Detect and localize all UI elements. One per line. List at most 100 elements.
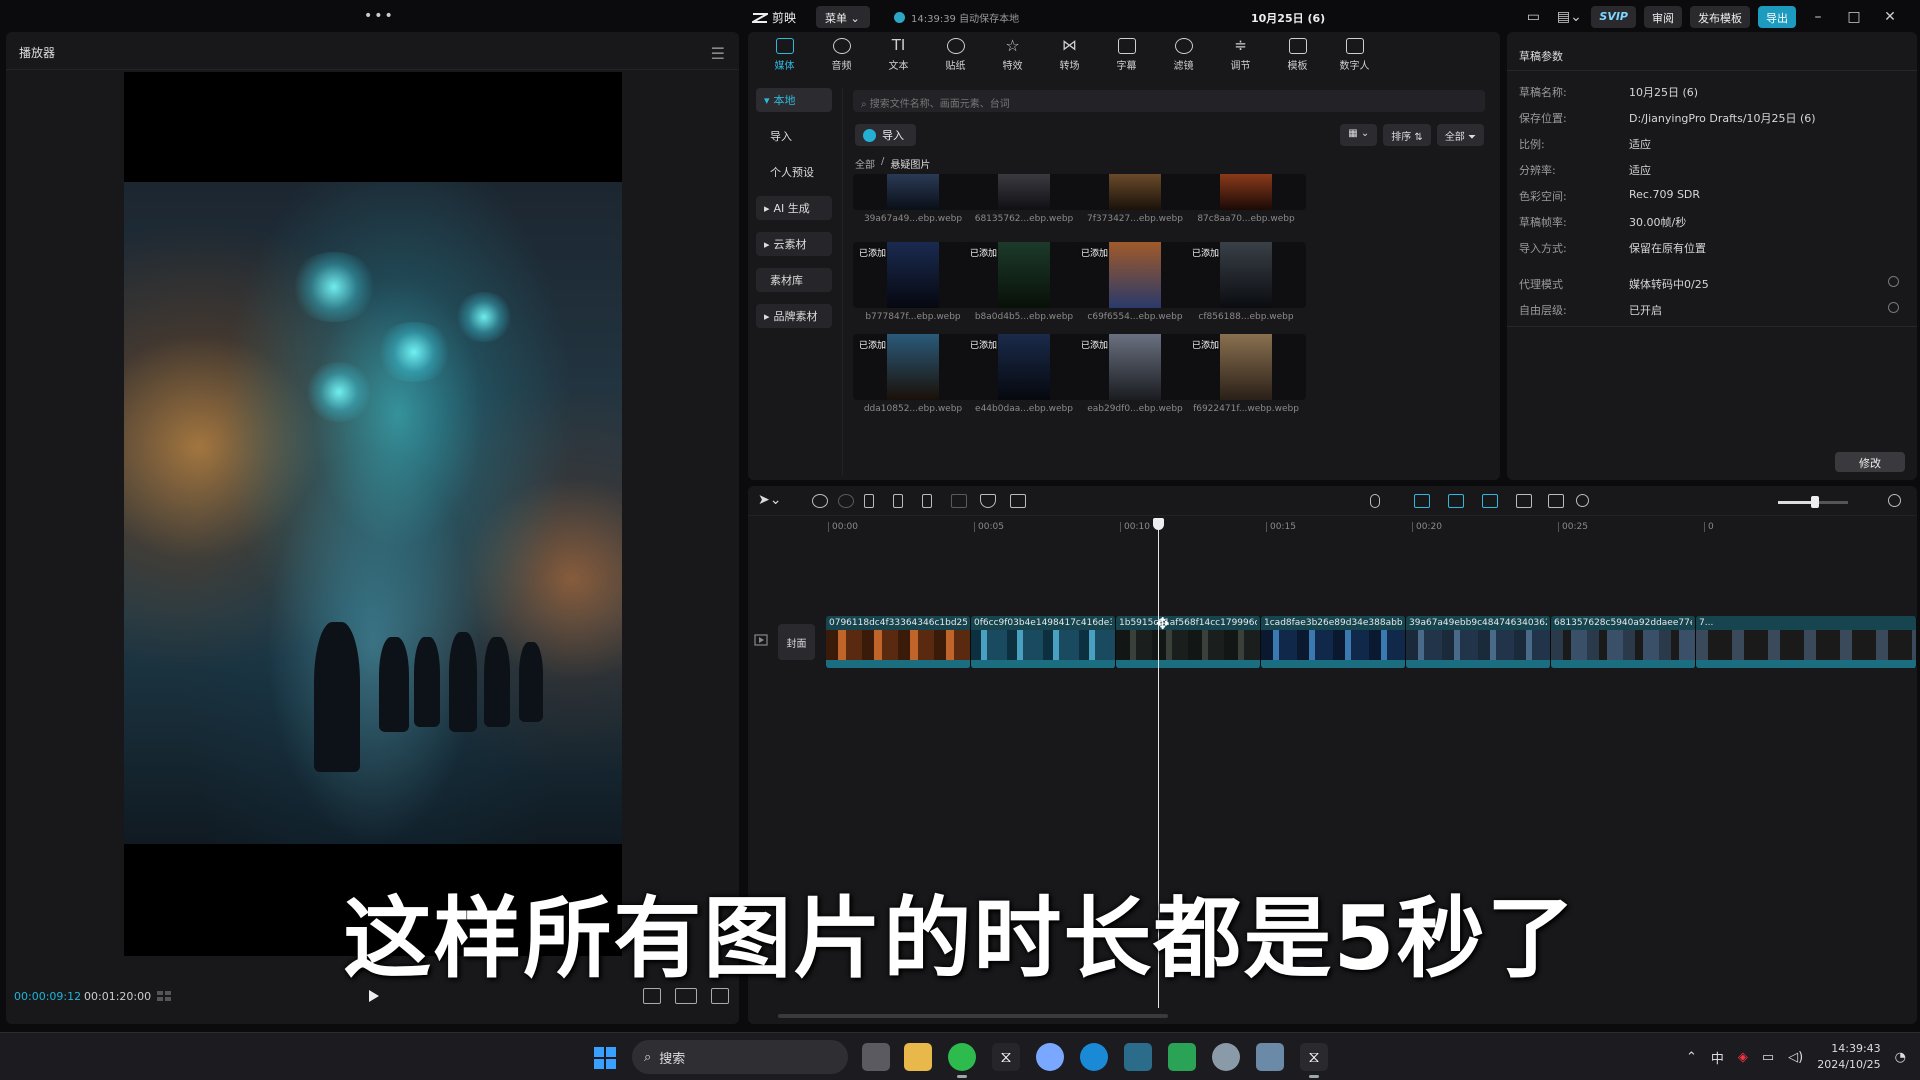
media-thumbnail[interactable]: 已添加 f6922471f...webp.webp bbox=[1186, 334, 1306, 414]
sort-button[interactable]: 排序 ⇅ bbox=[1383, 124, 1431, 146]
tab-audio[interactable]: 音频 bbox=[813, 32, 870, 78]
microphone-icon[interactable] bbox=[1370, 494, 1380, 508]
publish-template-button[interactable]: 发布模板 bbox=[1690, 6, 1750, 28]
app-icon[interactable] bbox=[1168, 1043, 1196, 1071]
wechat-icon[interactable] bbox=[948, 1043, 976, 1078]
media-thumbnail[interactable]: 7f373427...ebp.webp bbox=[1075, 174, 1195, 224]
capcut-active-icon[interactable]: ⧖ bbox=[1300, 1043, 1328, 1078]
volume-icon[interactable]: ◁) bbox=[1788, 1050, 1803, 1065]
media-thumbnail[interactable]: 已添加 c69f6554...ebp.webp bbox=[1075, 242, 1195, 322]
tab-text[interactable]: TI 文本 bbox=[870, 32, 927, 78]
sidebar-item-ai[interactable]: ▸ AI 生成 bbox=[756, 196, 832, 220]
sidebar-item-library[interactable]: 素材库 bbox=[756, 268, 832, 292]
chevron-up-icon[interactable]: ⌃ bbox=[1686, 1050, 1697, 1065]
tab-media[interactable]: 媒体 bbox=[756, 32, 813, 78]
timeline-clip[interactable]: 1b5915c81af568f14cc179996c7b8e... bbox=[1116, 616, 1261, 668]
link-track-icon[interactable] bbox=[1482, 494, 1498, 508]
import-button[interactable]: 导入 bbox=[855, 124, 916, 146]
more-options-icon[interactable]: ••• bbox=[364, 8, 395, 24]
menu-button[interactable]: 菜单 ⌄ bbox=[816, 6, 870, 28]
edit-button[interactable]: 修改 bbox=[1835, 452, 1905, 472]
zoom-in-icon[interactable] bbox=[1888, 494, 1901, 507]
app-icon[interactable] bbox=[1124, 1043, 1152, 1071]
link-main-track-icon[interactable] bbox=[1414, 494, 1430, 508]
shield-icon[interactable] bbox=[980, 494, 996, 508]
maximize-icon[interactable]: □ bbox=[1840, 9, 1868, 25]
task-view-icon[interactable] bbox=[862, 1043, 890, 1071]
tab-transition[interactable]: ⋈ 转场 bbox=[1041, 32, 1098, 78]
timeline-scrollbar[interactable] bbox=[778, 1014, 1168, 1018]
breadcrumb-root[interactable]: 全部 bbox=[855, 156, 875, 171]
cover-button[interactable]: 封面 bbox=[778, 624, 815, 660]
timeline-clip[interactable]: 39a67a49ebb9c4847463403625e95... bbox=[1406, 616, 1551, 668]
freeze-frame-icon[interactable] bbox=[1010, 494, 1026, 508]
media-thumbnail[interactable]: 已添加 eab29df0...ebp.webp bbox=[1075, 334, 1195, 414]
review-button[interactable]: 审阅 bbox=[1644, 6, 1682, 28]
sidebar-item-import[interactable]: 导入 bbox=[756, 124, 832, 148]
app-icon[interactable] bbox=[1212, 1043, 1240, 1071]
sidebar-item-cloud[interactable]: ▸ 云素材 bbox=[756, 232, 832, 256]
filter-button[interactable]: 全部 ⏷ bbox=[1436, 124, 1484, 146]
media-thumbnail[interactable]: 已添加 b777847f...ebp.webp bbox=[853, 242, 973, 322]
undo-icon[interactable] bbox=[812, 494, 828, 508]
auto-snap-icon[interactable] bbox=[1448, 494, 1464, 508]
view-mode-button[interactable]: ▦ ⌄ bbox=[1340, 124, 1378, 146]
media-thumbnail[interactable]: 已添加 b8a0d4b5...ebp.webp bbox=[964, 242, 1084, 322]
capcut-icon[interactable]: ⧖ bbox=[992, 1043, 1020, 1071]
select-tool-icon[interactable]: ➤⌄ bbox=[758, 492, 781, 508]
video-preview[interactable] bbox=[124, 72, 622, 956]
split-icon[interactable] bbox=[864, 494, 874, 508]
media-thumbnail[interactable]: 39a67a49...ebp.webp bbox=[853, 174, 973, 224]
edge-icon[interactable] bbox=[1080, 1043, 1108, 1071]
time-ruler[interactable]: 00:00 00:05 00:10 00:15 00:20 00:25 0 bbox=[828, 522, 1918, 540]
app-icon[interactable] bbox=[1036, 1043, 1064, 1071]
sidebar-item-local[interactable]: ▾ 本地 bbox=[756, 88, 832, 112]
layout-options-icon[interactable]: ▤⌄ bbox=[1555, 9, 1583, 25]
sidebar-item-presets[interactable]: 个人预设 bbox=[756, 160, 832, 184]
menu-icon[interactable]: ☰ bbox=[711, 44, 725, 63]
export-button[interactable]: 导出 bbox=[1758, 6, 1796, 28]
tab-filters[interactable]: 滤镜 bbox=[1155, 32, 1212, 78]
clock[interactable]: 14:39:43 2024/10/25 bbox=[1817, 1041, 1880, 1073]
media-thumbnail[interactable]: 68135762...ebp.webp bbox=[964, 174, 1084, 224]
trim-right-icon[interactable] bbox=[922, 494, 932, 508]
taskbar-search[interactable]: ⌕ 搜索 bbox=[632, 1040, 848, 1074]
media-thumbnail[interactable]: 87c8aa70...ebp.webp bbox=[1186, 174, 1306, 224]
sidebar-item-brand[interactable]: ▸ 品牌素材 bbox=[756, 304, 832, 328]
help-icon[interactable] bbox=[1888, 276, 1899, 287]
app-tray-icon[interactable]: ◈ bbox=[1738, 1050, 1748, 1065]
timeline-clip[interactable]: 1cad8fae3b26e89d34e388abbc295... bbox=[1261, 616, 1406, 668]
timeline-clip[interactable]: 0796118dc4f33364346c1bd2550b3... bbox=[826, 616, 971, 668]
tab-effects[interactable]: ☆ 特效 bbox=[984, 32, 1041, 78]
media-thumbnail[interactable]: 已添加 cf856188...ebp.webp bbox=[1186, 242, 1306, 322]
app-icon[interactable] bbox=[1256, 1043, 1284, 1071]
file-explorer-icon[interactable] bbox=[904, 1043, 932, 1071]
tab-digital-human[interactable]: 数字人 bbox=[1326, 32, 1383, 78]
network-icon[interactable]: ▭ bbox=[1762, 1050, 1774, 1065]
search-input[interactable]: ⌕ 搜索文件名称、画面元素、台词 bbox=[853, 90, 1485, 112]
tab-sticker[interactable]: 贴纸 bbox=[927, 32, 984, 78]
redo-icon[interactable] bbox=[838, 494, 854, 508]
preview-axis-icon[interactable] bbox=[1548, 494, 1564, 508]
zoom-slider-handle[interactable] bbox=[1811, 496, 1819, 508]
minimize-icon[interactable]: – bbox=[1804, 9, 1832, 25]
main-video-track[interactable]: 0796118dc4f33364346c1bd2550b3... 0f6cc9f0… bbox=[826, 616, 1917, 670]
ime-indicator[interactable]: 中 bbox=[1711, 1048, 1724, 1067]
timeline-clip[interactable]: 7... bbox=[1696, 616, 1917, 668]
trim-left-icon[interactable] bbox=[893, 494, 903, 508]
track-visibility-icon[interactable] bbox=[754, 634, 768, 646]
timeline-clip[interactable]: 681357628c5940a92ddaee77e527... bbox=[1551, 616, 1696, 668]
zoom-out-icon[interactable] bbox=[1576, 494, 1589, 507]
media-thumbnail[interactable]: 已添加 dda10852...ebp.webp bbox=[853, 334, 973, 414]
windows-start-icon[interactable] bbox=[594, 1047, 616, 1069]
timeline-clip[interactable]: 0f6cc9f03b4e1498417c416de3909... bbox=[971, 616, 1116, 668]
layout-icon[interactable]: ▭ bbox=[1519, 9, 1547, 25]
playhead-handle[interactable] bbox=[1153, 518, 1164, 530]
delete-icon[interactable] bbox=[951, 494, 967, 508]
tab-captions[interactable]: 字幕 bbox=[1098, 32, 1155, 78]
split-preview-icon[interactable] bbox=[1516, 494, 1532, 508]
close-icon[interactable]: ✕ bbox=[1876, 9, 1904, 25]
svip-button[interactable]: SVIP bbox=[1591, 6, 1636, 28]
tab-templates[interactable]: 模板 bbox=[1269, 32, 1326, 78]
tab-adjust[interactable]: ≑ 调节 bbox=[1212, 32, 1269, 78]
